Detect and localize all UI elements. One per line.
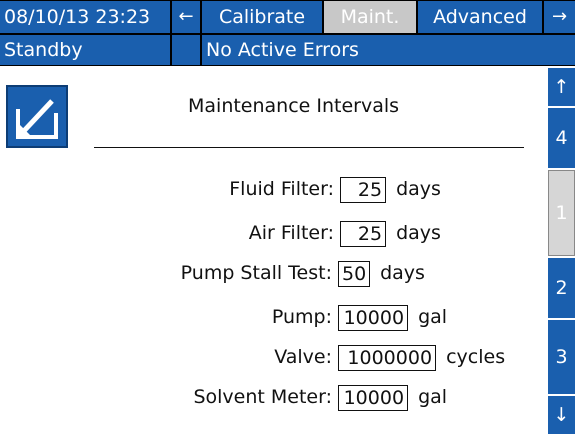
field-label: Fluid Filter: (229, 178, 334, 200)
field-unit: days (380, 262, 425, 284)
tab-prev-button[interactable]: ← (172, 1, 200, 33)
tab-advanced[interactable]: Advanced (418, 1, 542, 33)
field-label: Pump Stall Test: (180, 262, 332, 284)
datetime-display: 08/10/13 23:23 (0, 1, 170, 33)
status-indicator (172, 35, 200, 65)
edit-arrow-icon (16, 99, 58, 139)
arrow-left-icon: ← (178, 6, 194, 27)
field-label: Air Filter: (248, 222, 334, 244)
field-row-solvent-meter: Solvent Meter: 10000 gal (100, 384, 447, 411)
field-row-pump-stall-test: Pump Stall Test: 50 days (120, 260, 425, 287)
fluid-filter-input[interactable]: 25 (340, 176, 387, 203)
screen-2-button[interactable]: 2 (548, 258, 575, 318)
arrow-up-icon: ↑ (553, 76, 570, 98)
field-label: Solvent Meter: (193, 386, 332, 408)
title-divider (94, 147, 524, 148)
field-unit: cycles (446, 346, 506, 368)
field-unit: days (396, 178, 441, 200)
field-label: Valve: (274, 346, 332, 368)
field-unit: days (396, 222, 441, 244)
tab-calibrate[interactable]: Calibrate (202, 1, 322, 33)
field-row-air-filter: Air Filter: 25 days (150, 220, 441, 247)
tab-maint[interactable]: Maint. (324, 1, 416, 33)
solvent-meter-input[interactable]: 10000 (338, 384, 409, 411)
pump-stall-test-input[interactable]: 50 (338, 260, 371, 287)
status-mode: Standby (0, 35, 170, 65)
field-row-pump: Pump: 10000 gal (180, 304, 447, 331)
scroll-down-button[interactable]: ↓ (548, 396, 575, 434)
valve-input[interactable]: 1000000 (338, 344, 437, 371)
edit-screen-icon[interactable] (6, 85, 68, 148)
arrow-right-icon: → (551, 6, 568, 27)
screen-3-button[interactable]: 3 (548, 320, 575, 394)
field-unit: gal (418, 386, 448, 408)
screen-4-button[interactable]: 4 (548, 108, 575, 168)
field-unit: gal (418, 306, 448, 328)
page-title: Maintenance Intervals (188, 95, 400, 117)
tab-next-button[interactable]: → (544, 1, 575, 33)
field-row-valve: Valve: 1000000 cycles (180, 344, 505, 371)
pump-input[interactable]: 10000 (338, 304, 409, 331)
arrow-down-icon: ↓ (553, 404, 570, 426)
field-row-fluid-filter: Fluid Filter: 25 days (150, 176, 441, 203)
status-errors: No Active Errors (202, 35, 575, 65)
air-filter-input[interactable]: 25 (340, 220, 387, 247)
scroll-up-button[interactable]: ↑ (548, 68, 575, 106)
screen-1-button[interactable]: 1 (548, 170, 575, 256)
field-label: Pump: (271, 306, 332, 328)
